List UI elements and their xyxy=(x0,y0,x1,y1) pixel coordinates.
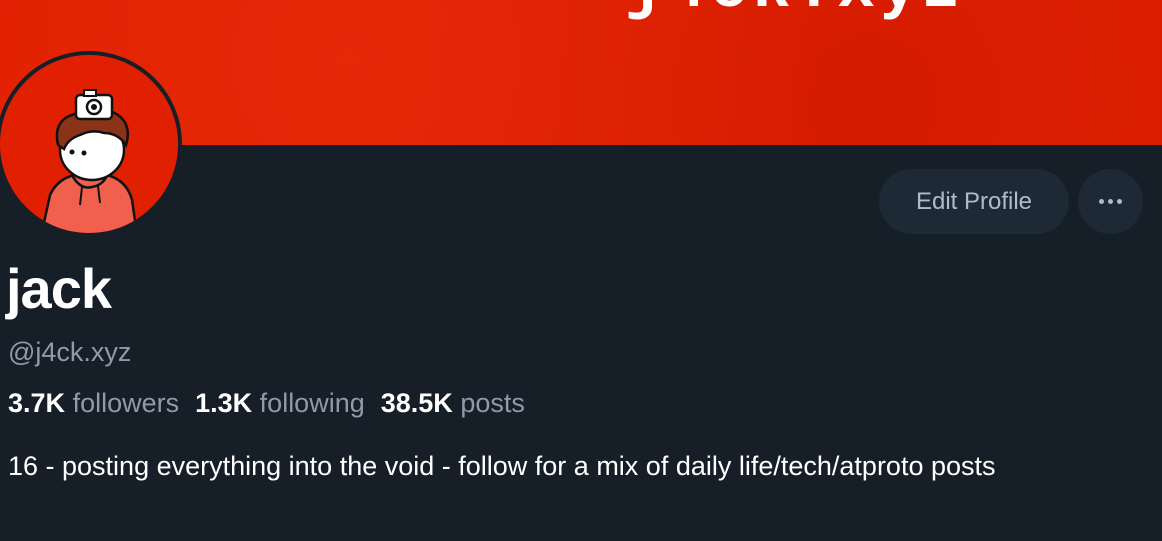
avatar[interactable] xyxy=(0,51,182,237)
more-options-button[interactable] xyxy=(1078,169,1143,234)
following-link[interactable]: 1.3K following xyxy=(195,388,365,419)
posts-label: posts xyxy=(460,388,525,418)
following-label: following xyxy=(259,388,365,418)
display-name: jack xyxy=(6,257,112,320)
posts-count: 38.5K xyxy=(380,388,453,418)
followers-link[interactable]: 3.7K followers xyxy=(8,388,179,419)
edit-profile-button[interactable]: Edit Profile xyxy=(879,169,1069,234)
profile-bio: 16 - posting everything into the void - … xyxy=(8,451,996,481)
more-horizontal-icon xyxy=(1099,199,1122,204)
followers-count: 3.7K xyxy=(8,388,66,418)
posts-stat: 38.5K posts xyxy=(381,388,525,419)
following-count: 1.3K xyxy=(195,388,253,418)
banner-text: j4ck.xyz xyxy=(625,0,964,22)
followers-label: followers xyxy=(72,388,180,418)
avatar-illustration xyxy=(0,55,178,233)
profile-stats: 3.7K followers 1.3K following 38.5K post… xyxy=(8,388,525,419)
profile-handle: @j4ck.xyz xyxy=(8,337,132,367)
